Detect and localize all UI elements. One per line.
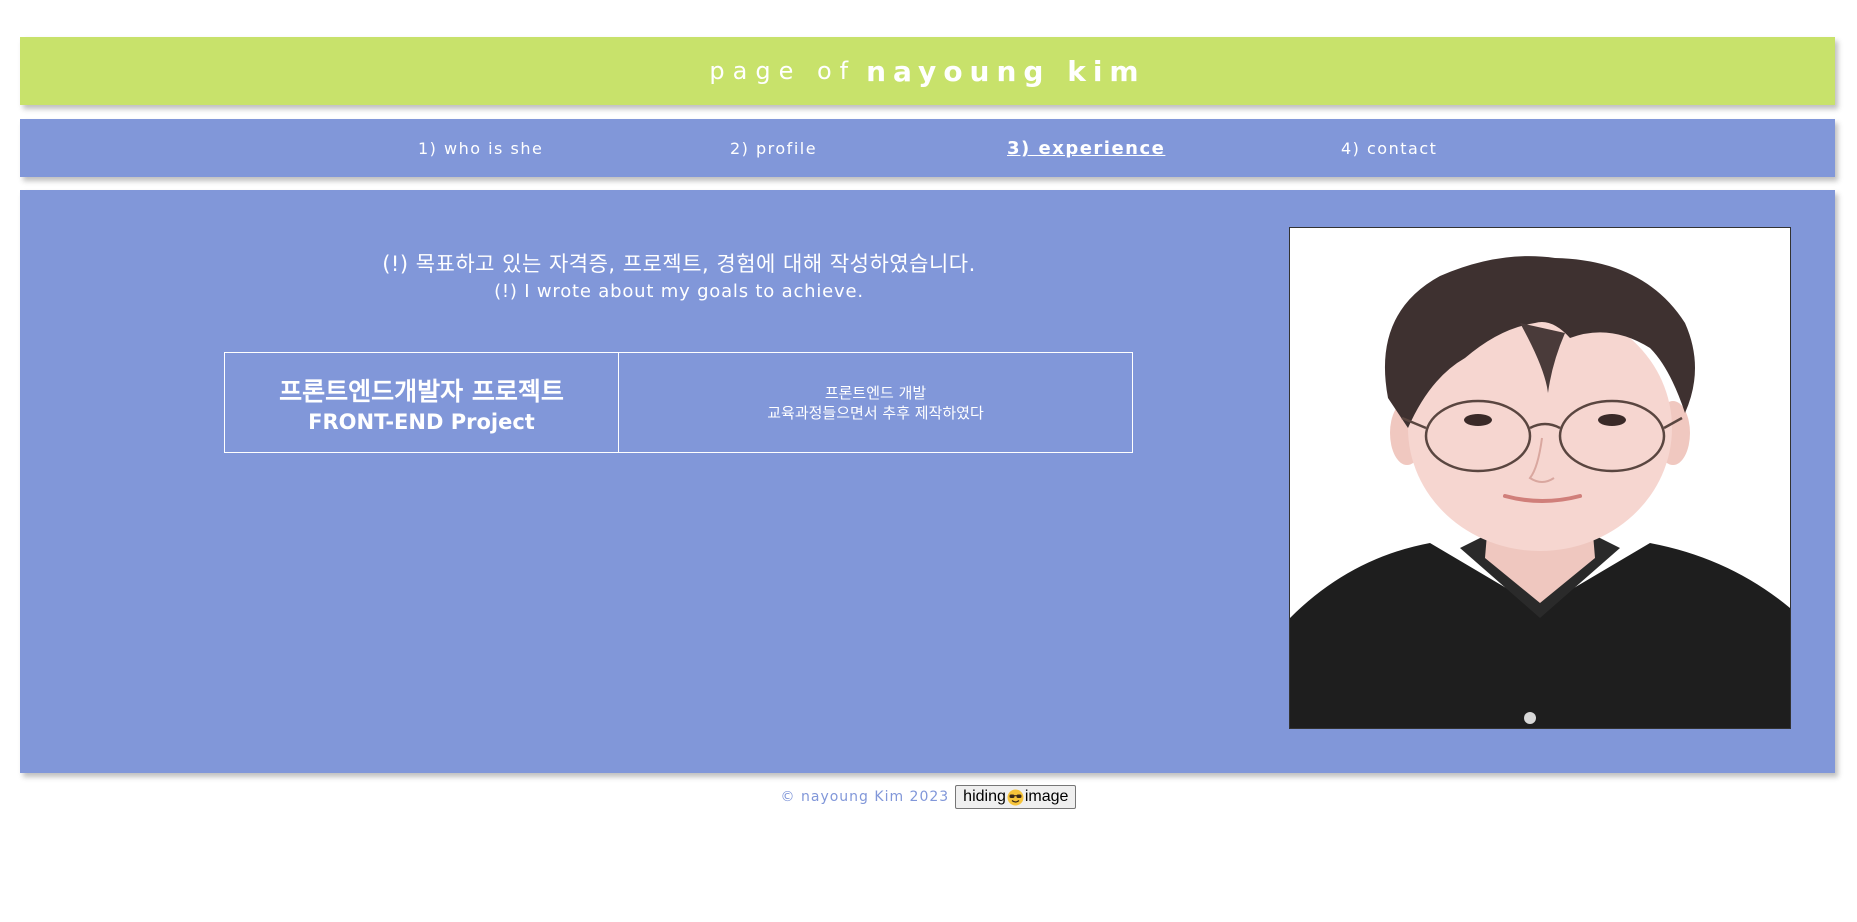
main-content: (!) 목표하고 있는 자격증, 프로젝트, 경험에 대해 작성하였습니다. (… xyxy=(20,190,1835,773)
profile-photo xyxy=(1289,227,1791,729)
site-header: page of nayoung kim xyxy=(20,37,1835,105)
page: page of nayoung kim 1) who is she 2) pro… xyxy=(0,0,1857,922)
intro-korean: (!) 목표하고 있는 자격증, 프로젝트, 경험에 대해 작성하였습니다. xyxy=(382,252,976,276)
nav-item-contact[interactable]: 4) contact xyxy=(1341,119,1437,177)
footer: © nayoung Kim 2023 hiding image xyxy=(0,785,1857,809)
intro: (!) 목표하고 있는 자격증, 프로젝트, 경험에 대해 작성하였습니다. (… xyxy=(20,248,1338,302)
hide-image-button[interactable]: hiding image xyxy=(955,785,1077,809)
project-table: 프론트엔드개발자 프로젝트 FRONT-END Project 프론트엔드 개발… xyxy=(224,352,1133,453)
intro-english: (!) I wrote about my goals to achieve. xyxy=(494,281,864,302)
nav-item-experience[interactable]: 3) experience xyxy=(1007,119,1165,177)
project-title-english: FRONT-END Project xyxy=(308,409,535,434)
nav-item-profile[interactable]: 2) profile xyxy=(730,119,817,177)
main-nav: 1) who is she 2) profile 3) experience 4… xyxy=(20,119,1835,177)
profile-photo-illustration xyxy=(1290,228,1790,728)
project-title-korean: 프론트엔드개발자 프로젝트 xyxy=(279,376,564,406)
hide-image-button-label-start: hiding xyxy=(963,788,1006,805)
nav-item-who-is-she[interactable]: 1) who is she xyxy=(418,119,543,177)
copyright-text: © nayoung Kim 2023 xyxy=(780,789,950,805)
hide-image-button-label-end: image xyxy=(1024,788,1069,805)
project-title-cell: 프론트엔드개발자 프로젝트 FRONT-END Project xyxy=(225,353,619,452)
header-prefix: page of xyxy=(709,57,857,85)
header-name: nayoung kim xyxy=(866,54,1146,88)
smiling-face-with-sunglasses-icon xyxy=(1007,789,1024,806)
project-description-cell: 프론트엔드 개발 교육과정들으면서 추후 제작하였다 xyxy=(619,353,1132,452)
project-description-line: 교육과정들으면서 추후 제작하였다 xyxy=(767,403,984,422)
project-description-line: 프론트엔드 개발 xyxy=(824,383,927,402)
